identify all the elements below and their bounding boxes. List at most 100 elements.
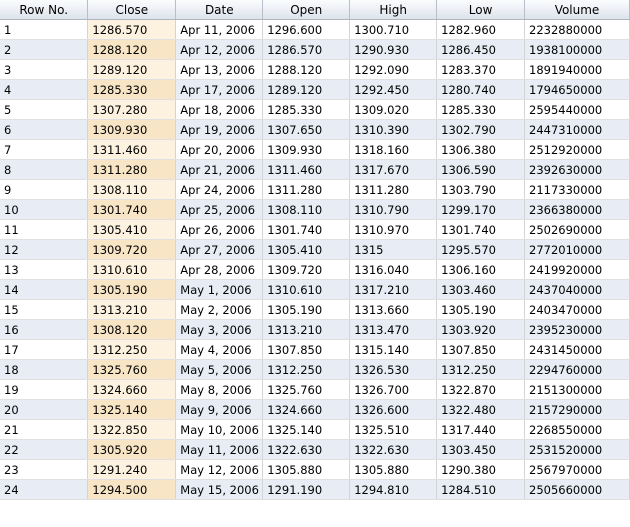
cell-close[interactable]: 1311.280 bbox=[87, 159, 177, 180]
cell-close[interactable]: 1325.760 bbox=[87, 359, 177, 380]
cell-volume[interactable]: 2437040000 bbox=[524, 279, 630, 300]
cell-row-no[interactable]: 23 bbox=[0, 459, 89, 480]
cell-row-no[interactable]: 15 bbox=[0, 299, 89, 320]
cell-low[interactable]: 1280.740 bbox=[436, 79, 526, 100]
table-row[interactable]: 9 1308.110 Apr 24, 2006 1311.280 1311.280 130… bbox=[0, 179, 630, 200]
cell-volume[interactable]: 2232880000 bbox=[524, 19, 630, 40]
cell-date[interactable]: May 15, 2006 bbox=[175, 479, 264, 500]
table-row[interactable]: 17 1312.250 May 4, 2006 1307.850 1315.140 130… bbox=[0, 339, 630, 360]
cell-row-no[interactable]: 7 bbox=[0, 139, 89, 160]
cell-row-no[interactable]: 10 bbox=[0, 199, 89, 220]
table-row[interactable]: 10 1301.740 Apr 25, 2006 1308.110 1310.790 12… bbox=[0, 199, 630, 220]
cell-close[interactable]: 1313.210 bbox=[87, 299, 177, 320]
cell-low[interactable]: 1303.460 bbox=[436, 279, 526, 300]
cell-open[interactable]: 1286.570 bbox=[262, 39, 351, 60]
cell-date[interactable]: May 9, 2006 bbox=[175, 399, 264, 420]
cell-close[interactable]: 1305.920 bbox=[87, 439, 177, 460]
cell-high[interactable]: 1317.210 bbox=[349, 279, 438, 300]
cell-low[interactable]: 1302.790 bbox=[436, 119, 526, 140]
cell-close[interactable]: 1309.930 bbox=[87, 119, 177, 140]
cell-close[interactable]: 1311.460 bbox=[87, 139, 177, 160]
cell-row-no[interactable]: 6 bbox=[0, 119, 89, 140]
cell-low[interactable]: 1322.870 bbox=[436, 379, 526, 400]
cell-high[interactable]: 1290.930 bbox=[349, 39, 438, 60]
column-header-row-no[interactable]: Row No. bbox=[0, 0, 89, 20]
cell-high[interactable]: 1326.530 bbox=[349, 359, 438, 380]
column-header-close[interactable]: Close bbox=[87, 0, 177, 20]
cell-open[interactable]: 1325.760 bbox=[262, 379, 351, 400]
cell-row-no[interactable]: 16 bbox=[0, 319, 89, 340]
cell-volume[interactable]: 2502690000 bbox=[524, 219, 630, 240]
cell-low[interactable]: 1290.380 bbox=[436, 459, 526, 480]
table-row[interactable]: 19 1324.660 May 8, 2006 1325.760 1326.700 132… bbox=[0, 379, 630, 400]
cell-close[interactable]: 1305.410 bbox=[87, 219, 177, 240]
cell-date[interactable]: Apr 25, 2006 bbox=[175, 199, 264, 220]
table-row[interactable]: 8 1311.280 Apr 21, 2006 1311.460 1317.670 130… bbox=[0, 159, 630, 180]
cell-close[interactable]: 1308.110 bbox=[87, 179, 177, 200]
cell-volume[interactable]: 1938100000 bbox=[524, 39, 630, 60]
cell-row-no[interactable]: 1 bbox=[0, 19, 89, 40]
cell-low[interactable]: 1306.160 bbox=[436, 259, 526, 280]
cell-open[interactable]: 1296.600 bbox=[262, 19, 351, 40]
cell-date[interactable]: May 11, 2006 bbox=[175, 439, 264, 460]
table-row[interactable]: 7 1311.460 Apr 20, 2006 1309.930 1318.160 130… bbox=[0, 139, 630, 160]
cell-open[interactable]: 1324.660 bbox=[262, 399, 351, 420]
table-row[interactable]: 2 1288.120 Apr 12, 2006 1286.570 1290.930 128… bbox=[0, 39, 630, 60]
table-row[interactable]: 1 1286.570 Apr 11, 2006 1296.600 1300.710 128… bbox=[0, 19, 630, 40]
cell-low[interactable]: 1305.190 bbox=[436, 299, 526, 320]
cell-high[interactable]: 1326.600 bbox=[349, 399, 438, 420]
cell-date[interactable]: Apr 26, 2006 bbox=[175, 219, 264, 240]
cell-open[interactable]: 1313.210 bbox=[262, 319, 351, 340]
cell-low[interactable]: 1322.480 bbox=[436, 399, 526, 420]
cell-open[interactable]: 1308.110 bbox=[262, 199, 351, 220]
cell-volume[interactable]: 2151300000 bbox=[524, 379, 630, 400]
table-row[interactable]: 12 1309.720 Apr 27, 2006 1305.410 1315 1295.5… bbox=[0, 239, 630, 260]
cell-close[interactable]: 1309.720 bbox=[87, 239, 177, 260]
cell-high[interactable]: 1292.450 bbox=[349, 79, 438, 100]
cell-volume[interactable]: 2447310000 bbox=[524, 119, 630, 140]
cell-low[interactable]: 1306.590 bbox=[436, 159, 526, 180]
cell-high[interactable]: 1310.970 bbox=[349, 219, 438, 240]
cell-close[interactable]: 1308.120 bbox=[87, 319, 177, 340]
table-row[interactable]: 13 1310.610 Apr 28, 2006 1309.720 1316.040 13… bbox=[0, 259, 630, 280]
cell-date[interactable]: May 1, 2006 bbox=[175, 279, 264, 300]
cell-high[interactable]: 1326.700 bbox=[349, 379, 438, 400]
table-row[interactable]: 3 1289.120 Apr 13, 2006 1288.120 1292.090 128… bbox=[0, 59, 630, 80]
table-row[interactable]: 18 1325.760 May 5, 2006 1312.250 1326.530 131… bbox=[0, 359, 630, 380]
cell-low[interactable]: 1282.960 bbox=[436, 19, 526, 40]
cell-row-no[interactable]: 2 bbox=[0, 39, 89, 60]
cell-high[interactable]: 1315 bbox=[349, 239, 438, 260]
cell-row-no[interactable]: 22 bbox=[0, 439, 89, 460]
cell-open[interactable]: 1307.650 bbox=[262, 119, 351, 140]
cell-date[interactable]: Apr 18, 2006 bbox=[175, 99, 264, 120]
cell-date[interactable]: May 2, 2006 bbox=[175, 299, 264, 320]
cell-high[interactable]: 1300.710 bbox=[349, 19, 438, 40]
column-header-volume[interactable]: Volume bbox=[524, 0, 630, 20]
cell-high[interactable]: 1317.670 bbox=[349, 159, 438, 180]
cell-row-no[interactable]: 14 bbox=[0, 279, 89, 300]
cell-low[interactable]: 1295.570 bbox=[436, 239, 526, 260]
table-row[interactable]: 5 1307.280 Apr 18, 2006 1285.330 1309.020 128… bbox=[0, 99, 630, 120]
cell-date[interactable]: May 12, 2006 bbox=[175, 459, 264, 480]
cell-close[interactable]: 1305.190 bbox=[87, 279, 177, 300]
cell-close[interactable]: 1324.660 bbox=[87, 379, 177, 400]
cell-row-no[interactable]: 3 bbox=[0, 59, 89, 80]
cell-date[interactable]: Apr 19, 2006 bbox=[175, 119, 264, 140]
cell-low[interactable]: 1317.440 bbox=[436, 419, 526, 440]
cell-volume[interactable]: 2392630000 bbox=[524, 159, 630, 180]
column-header-low[interactable]: Low bbox=[436, 0, 526, 20]
cell-close[interactable]: 1325.140 bbox=[87, 399, 177, 420]
cell-open[interactable]: 1309.930 bbox=[262, 139, 351, 160]
cell-open[interactable]: 1289.120 bbox=[262, 79, 351, 100]
cell-open[interactable]: 1305.880 bbox=[262, 459, 351, 480]
cell-open[interactable]: 1311.280 bbox=[262, 179, 351, 200]
cell-volume[interactable]: 2531520000 bbox=[524, 439, 630, 460]
cell-volume[interactable]: 2567970000 bbox=[524, 459, 630, 480]
cell-close[interactable]: 1285.330 bbox=[87, 79, 177, 100]
cell-date[interactable]: Apr 12, 2006 bbox=[175, 39, 264, 60]
cell-row-no[interactable]: 8 bbox=[0, 159, 89, 180]
cell-volume[interactable]: 2419920000 bbox=[524, 259, 630, 280]
cell-date[interactable]: Apr 20, 2006 bbox=[175, 139, 264, 160]
cell-row-no[interactable]: 19 bbox=[0, 379, 89, 400]
cell-high[interactable]: 1315.140 bbox=[349, 339, 438, 360]
